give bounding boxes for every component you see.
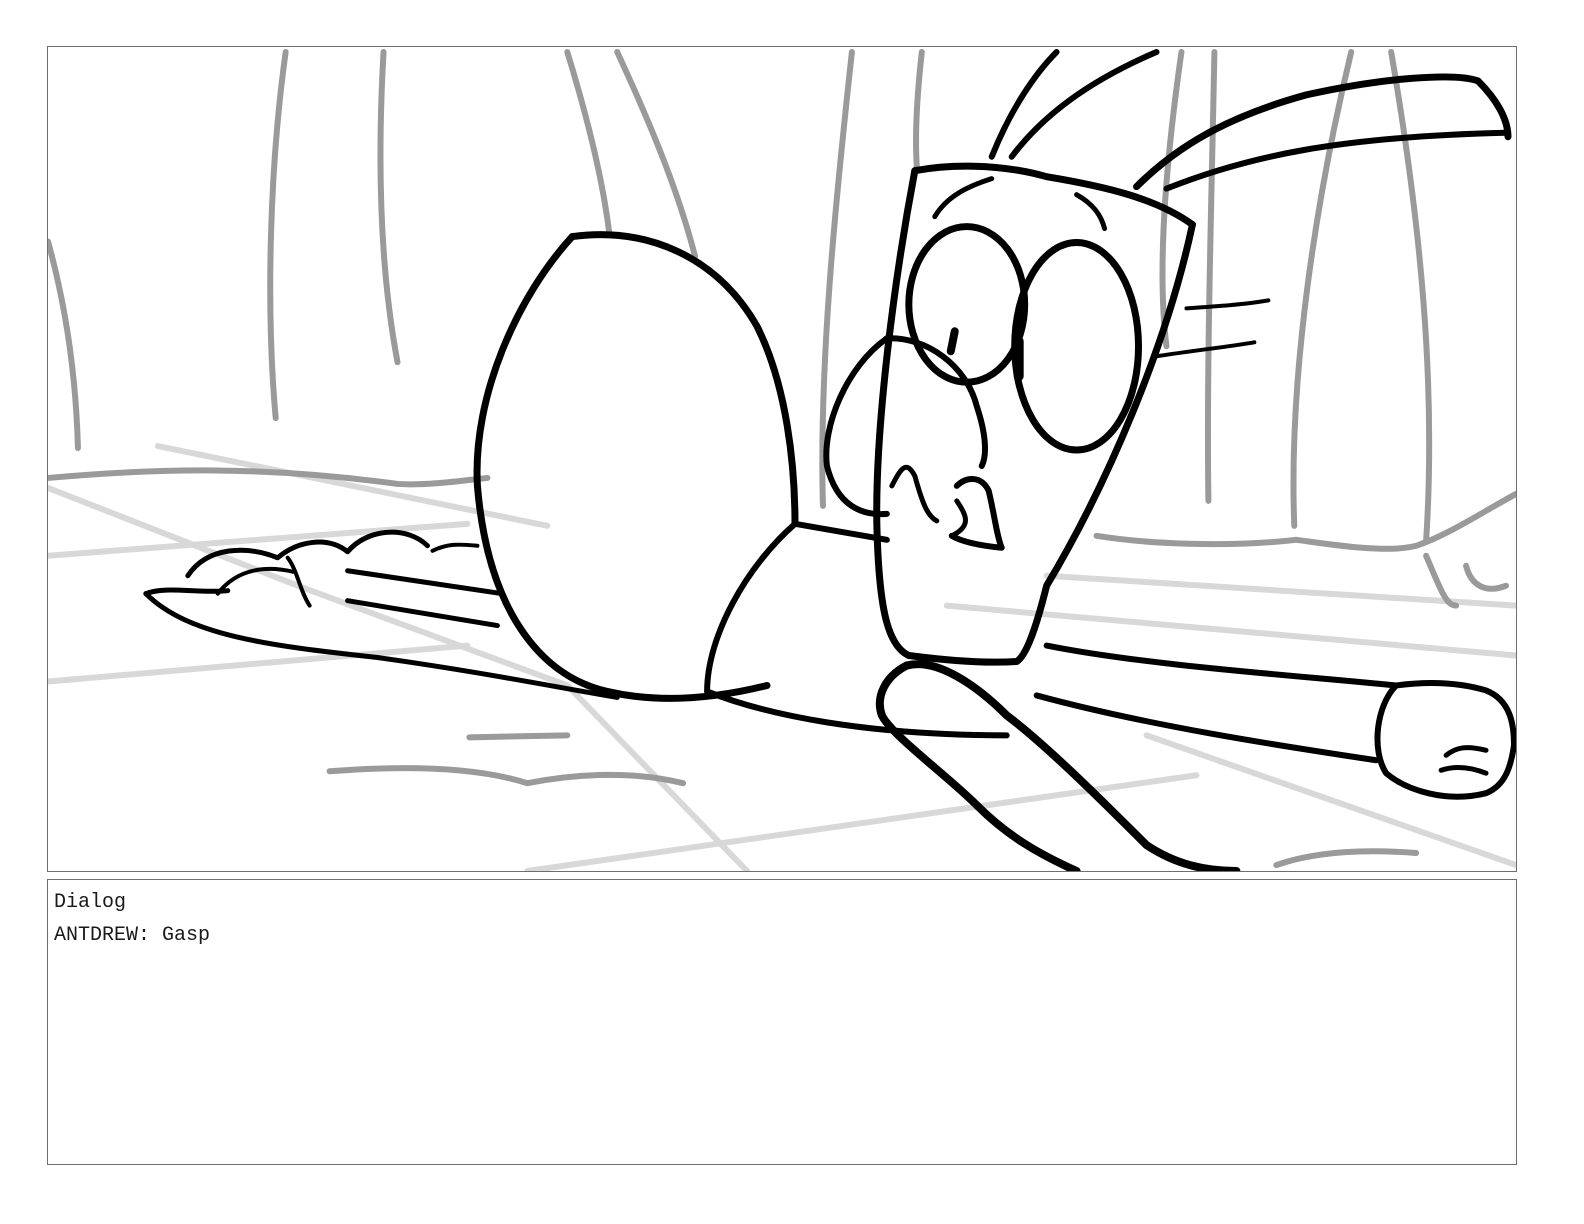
- storyboard-panel: [47, 46, 1517, 872]
- background-grass: [48, 48, 1516, 869]
- storyboard-sketch: [48, 48, 1516, 871]
- character-antdrew: [143, 48, 1516, 871]
- dialog-notes: Dialog ANTDREW: Gasp: [47, 879, 1517, 1165]
- dialog-heading: Dialog: [54, 891, 127, 914]
- dialog-line: ANTDREW: Gasp: [54, 924, 211, 947]
